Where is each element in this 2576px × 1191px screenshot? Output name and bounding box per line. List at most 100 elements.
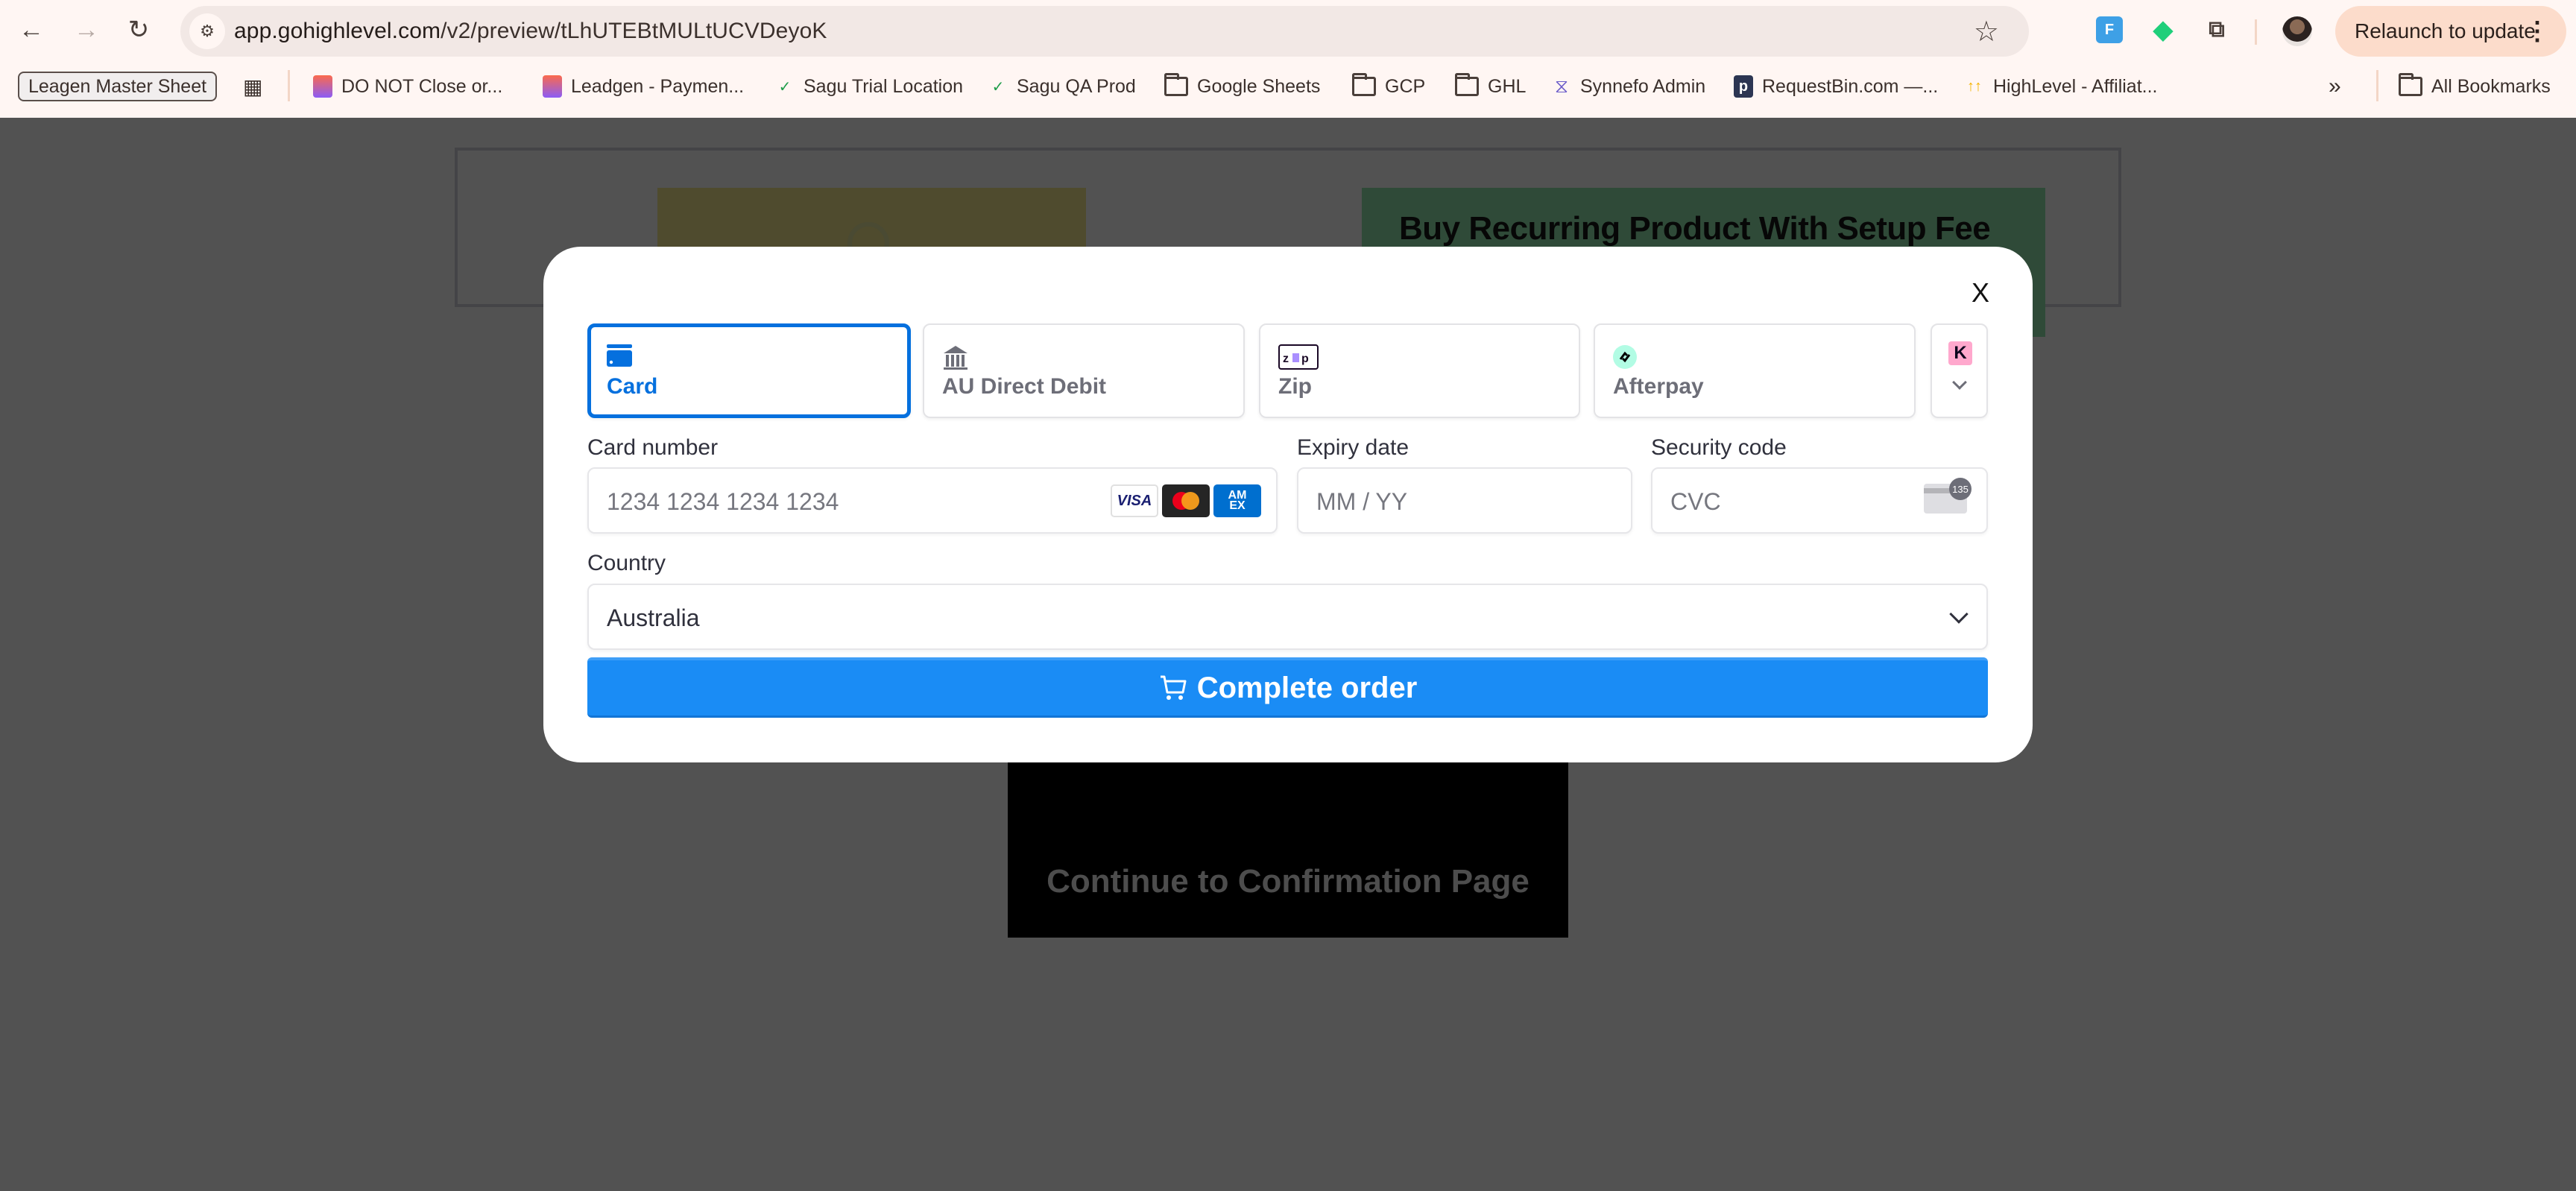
folder-icon [2399, 73, 2422, 96]
bookmark-label: HighLevel - Affiliat... [1993, 75, 2158, 97]
tab-card[interactable]: Card [587, 323, 911, 418]
card-icon [607, 344, 632, 367]
visa-logo-icon: VISA [1111, 484, 1158, 517]
relaunch-label: Relaunch to update [2355, 19, 2536, 42]
profile-avatar[interactable] [2282, 16, 2312, 46]
bookmark-folder[interactable]: GHL [1455, 72, 1526, 101]
klarna-logo-icon: K [1948, 341, 1972, 365]
requestbin-icon: p [1734, 75, 1753, 98]
continue-button[interactable] [1008, 762, 1568, 938]
tab-label: Zip [1278, 374, 1312, 399]
clickup-icon [313, 75, 332, 98]
close-button[interactable]: X [1972, 277, 1989, 309]
svg-text:z: z [1283, 353, 1289, 365]
bookmarks-divider [288, 70, 290, 101]
complete-order-label: Complete order [1196, 671, 1418, 704]
bookmark-item[interactable]: p RequestBin.com —... [1734, 72, 1938, 101]
bookmark-folder[interactable]: GCP [1352, 72, 1425, 101]
site-settings-icon[interactable]: ⚙ [189, 13, 225, 49]
afterpay-logo-icon [1613, 345, 1637, 369]
bookmark-label: DO NOT Close or... [341, 75, 503, 97]
expiry-date-label: Expiry date [1297, 435, 1409, 460]
bookmarks-bar: Leagen Master Sheet ▦ DO NOT Close or...… [0, 66, 2576, 107]
check-shield-icon: ✓ [778, 78, 792, 95]
extension-green-icon[interactable]: ◆ [2150, 16, 2176, 44]
check-shield-icon: ✓ [991, 78, 1005, 95]
bookmark-item[interactable]: ✓ Sagu Trial Location [775, 72, 963, 101]
bookmarks-divider [2376, 70, 2378, 101]
card-number-input[interactable]: 1234 1234 1234 1234 VISA AM EX [587, 467, 1278, 534]
bookmark-label: Sagu Trial Location [804, 75, 964, 97]
tab-zip[interactable]: zp Zip [1259, 323, 1580, 418]
mastercard-logo-icon [1162, 484, 1210, 517]
expiry-date-placeholder: MM / YY [1316, 488, 1408, 515]
reload-button[interactable]: ↻ [124, 15, 154, 45]
bookmark-label: Google Sheets [1197, 75, 1321, 97]
cart-icon [1160, 675, 1187, 700]
apps-grid-icon[interactable]: ▦ [243, 72, 262, 101]
relaunch-button[interactable]: Relaunch to update ⋮ [2335, 6, 2566, 57]
more-menu-icon[interactable]: ⋮ [2525, 16, 2550, 46]
bookmark-label: GCP [1385, 75, 1426, 97]
more-payment-methods-tab[interactable]: K [1931, 323, 1988, 418]
security-code-label: Security code [1651, 435, 1787, 460]
url-text[interactable]: app.gohighlevel.com/v2/preview/tLhUTEBtM… [234, 19, 827, 44]
tab-label: Afterpay [1613, 374, 1704, 399]
svg-text:p: p [1301, 353, 1309, 365]
bookmark-star-icon[interactable]: ☆ [1974, 15, 1999, 48]
all-bookmarks-button[interactable]: All Bookmarks [2399, 72, 2551, 101]
bookmark-item[interactable]: Leadgen - Paymen... [543, 72, 744, 101]
extension-fi-icon[interactable]: F [2096, 16, 2123, 43]
url-path: /v2/preview/tLhUTEBtMULtUCVDeyoK [441, 19, 827, 43]
toolbar-divider [2255, 19, 2257, 45]
browser-toolbar: ← → ↻ ⚙ app.gohighlevel.com/v2/preview/t… [0, 0, 2576, 60]
continue-label: Continue to Confirmation Page [1046, 863, 1530, 900]
cvc-placeholder: CVC [1670, 488, 1721, 515]
bookmark-item[interactable]: ✓ Sagu QA Prod [988, 72, 1136, 101]
product-heading: Buy Recurring Product With Setup Fee [1399, 210, 1991, 247]
reload-icon: ↻ [127, 16, 150, 44]
folder-icon [1455, 73, 1479, 96]
bookmark-leagen-master-sheet[interactable]: Leagen Master Sheet [18, 72, 218, 101]
extensions-puzzle-icon[interactable]: ⧉ [2203, 16, 2230, 43]
tab-afterpay[interactable]: Afterpay [1594, 323, 1916, 418]
back-button[interactable]: ← [16, 15, 46, 45]
bookmarks-overflow-button[interactable]: » [2329, 72, 2341, 101]
cvc-card-icon: 135 [1924, 478, 1972, 514]
tab-au-direct-debit[interactable]: AU Direct Debit [923, 323, 1245, 418]
country-value: Australia [607, 604, 700, 631]
bank-icon [944, 346, 967, 370]
forward-button[interactable]: → [72, 15, 101, 45]
bookmark-folder[interactable]: Google Sheets [1164, 72, 1320, 101]
chevron-down-icon [1952, 375, 1967, 390]
bookmark-item[interactable]: DO NOT Close or... [313, 72, 502, 101]
country-select[interactable]: Australia [587, 584, 1988, 650]
bookmark-label: Leadgen - Paymen... [571, 75, 745, 97]
expiry-date-input[interactable]: MM / YY [1297, 467, 1632, 534]
browser-chrome: ← → ↻ ⚙ app.gohighlevel.com/v2/preview/t… [0, 0, 2576, 118]
address-bar[interactable]: ⚙ app.gohighlevel.com/v2/preview/tLhUTEB… [180, 6, 2029, 57]
all-bookmarks-label: All Bookmarks [2431, 75, 2551, 97]
chevron-double-right-icon: » [2329, 74, 2341, 98]
synnefo-icon: ⧖ [1554, 75, 1569, 97]
zip-logo-icon: zp [1278, 344, 1319, 370]
card-number-placeholder: 1234 1234 1234 1234 [607, 488, 839, 515]
tab-label: AU Direct Debit [942, 374, 1107, 399]
bookmark-item[interactable]: ↑↑ HighLevel - Affiliat... [1965, 72, 2157, 101]
arrow-right-icon: → [74, 15, 99, 44]
cvc-hint-badge: 135 [1949, 478, 1972, 500]
bookmark-label: RequestBin.com —... [1762, 75, 1939, 97]
folder-icon [1164, 73, 1188, 96]
card-number-label: Card number [587, 435, 719, 460]
bookmark-item[interactable]: ⧖ Synnefo Admin [1552, 72, 1705, 101]
bookmark-label: Synnefo Admin [1580, 75, 1706, 97]
bookmark-label: GHL [1488, 75, 1527, 97]
highlevel-icon: ↑↑ [1967, 78, 1982, 95]
security-code-input[interactable]: CVC 135 [1651, 467, 1988, 534]
amex-logo-icon: AM EX [1213, 484, 1261, 517]
clickup-icon [543, 75, 562, 98]
country-label: Country [587, 551, 666, 575]
complete-order-button[interactable]: Complete order [587, 657, 1988, 718]
folder-icon [1352, 73, 1376, 96]
url-host: app.gohighlevel.com [234, 19, 441, 43]
